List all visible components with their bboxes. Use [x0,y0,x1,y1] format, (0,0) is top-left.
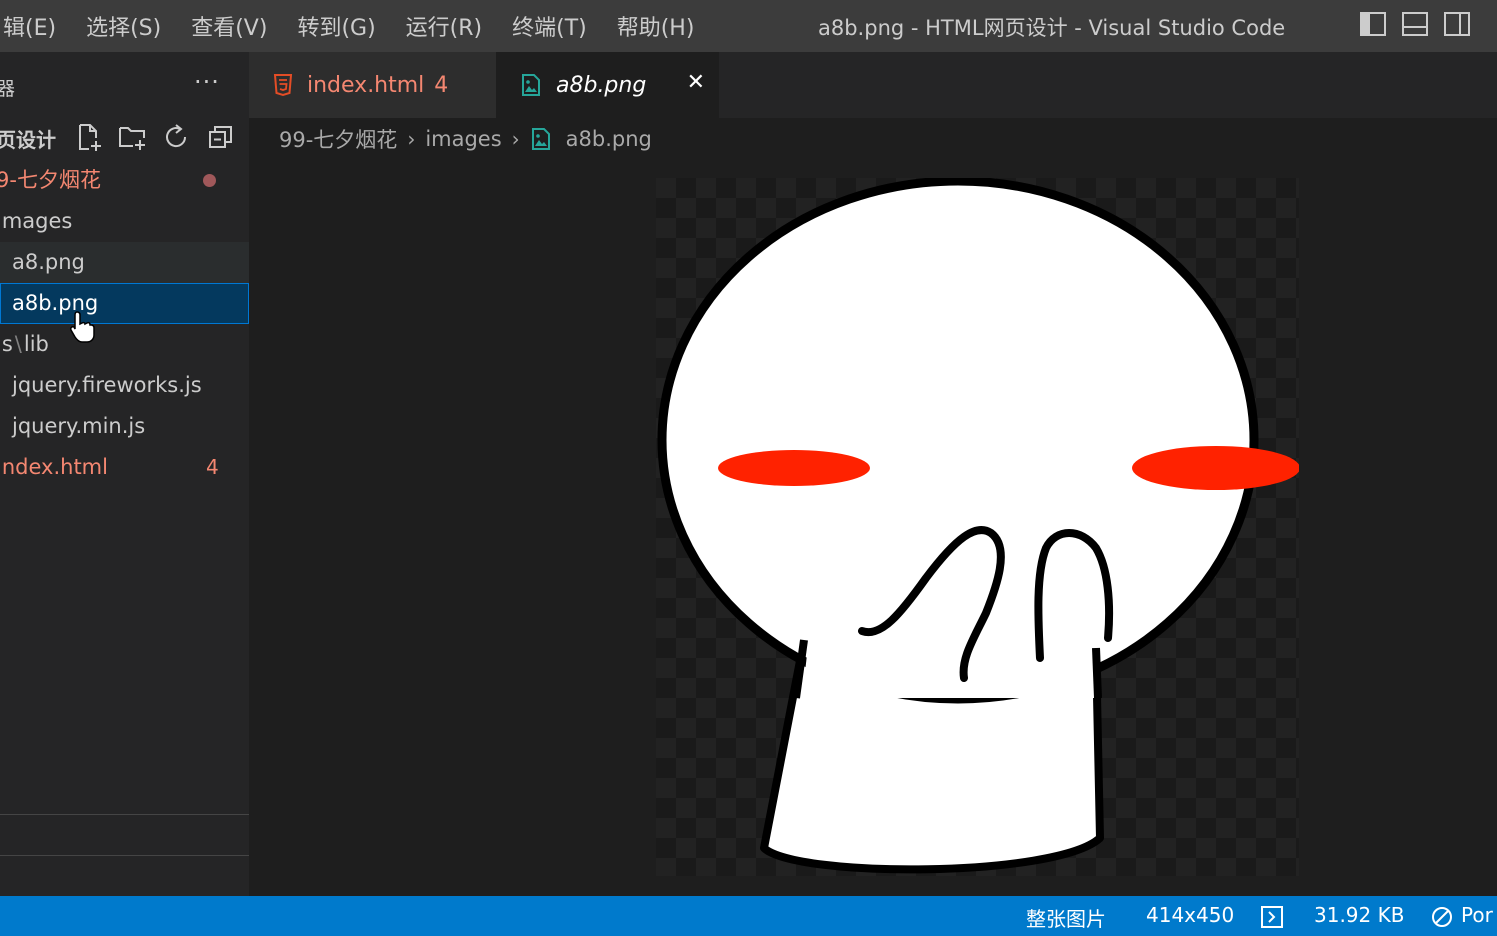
tab-a8b-png[interactable]: a8b.png ✕ [496,52,719,118]
close-tab-icon[interactable]: ✕ [687,70,705,95]
chevron-right-icon: › [407,127,416,151]
no-ports-icon [1432,907,1452,927]
problem-count-badge: 4 [206,455,219,479]
explorer-header: 器 [0,78,16,100]
tree-folder-images[interactable]: images [0,201,249,242]
new-file-icon[interactable] [74,122,104,152]
tree-folder-js-part: js [0,332,13,356]
tree-folder-lib-part: lib [23,332,49,356]
image-preview[interactable] [656,176,1300,876]
menu-help[interactable]: 帮助(H) [602,10,710,42]
image-dimensions-status[interactable]: 414x450 [1146,903,1234,927]
new-folder-icon[interactable] [118,122,148,152]
tree-folder-images-label: images [0,209,73,233]
image-file-icon [531,128,550,150]
hand-cursor-icon [70,311,95,343]
ports-status[interactable]: Por [1461,903,1493,927]
toggle-panel-icon[interactable] [1401,10,1429,38]
tree-file-a8-label: a8.png [12,250,85,274]
tree-file-fireworks[interactable]: jquery.fireworks.js [0,365,249,406]
tree-file-jquerymin-label: jquery.min.js [12,414,146,438]
menu-edit[interactable]: 辑(E) [0,10,71,42]
workspace-folder-row[interactable]: 页设计 [0,122,249,154]
menu-terminal[interactable]: 终端(T) [497,10,602,42]
tree-file-index[interactable]: index.html 4 [0,447,249,488]
compact-folder-separator: \ [14,332,22,356]
breadcrumb-file[interactable]: a8b.png [566,127,652,151]
tree-file-a8b[interactable]: a8b.png [0,283,249,324]
tab-index-html-label: index.html [307,72,425,98]
toggle-secondary-sidebar-icon[interactable] [1443,10,1471,38]
window-title: a8b.png - HTML网页设计 - Visual Studio Code [818,16,1286,40]
tree-folder-project[interactable]: 9-七夕烟花 [0,160,249,201]
modified-dot [203,174,216,187]
more-actions-icon[interactable]: ··· [194,68,220,96]
status-bar: 整张图片 414x450 31.92 KB Por [0,896,1497,936]
breadcrumb-folder[interactable]: 99-七夕烟花 [279,124,397,154]
menu-selection[interactable]: 选择(S) [71,10,176,42]
tree-folder-project-label: 9-七夕烟花 [0,168,101,192]
pane-divider [0,814,249,815]
menu-go[interactable]: 转到(G) [282,10,390,42]
collapse-all-icon[interactable] [206,122,236,152]
pane-divider [0,855,249,856]
tree-folder-jslib[interactable]: js\lib [0,324,249,365]
tree-file-index-label: index.html [0,455,108,479]
zoom-status[interactable]: 整张图片 [1026,903,1106,932]
chevron-right-icon: › [511,127,520,151]
menu-bar: 辑(E) 选择(S) 查看(V) 转到(G) 运行(R) 终端(T) 帮助(H) [0,0,709,52]
tree-file-fireworks-label: jquery.fireworks.js [12,373,202,397]
file-size-status[interactable]: 31.92 KB [1314,903,1404,927]
tab-bar: index.html 4 a8b.png ✕ [249,52,1497,118]
tab-a8b-png-label: a8b.png [556,72,647,98]
html5-icon [273,74,293,97]
title-bar: 辑(E) 选择(S) 查看(V) 转到(G) 运行(R) 终端(T) 帮助(H)… [0,0,1497,52]
explorer-sidebar: 器 ··· 页设计 9-七夕烟花 images a8.png a8b.png s… [0,52,249,896]
tree-file-jquerymin[interactable]: jquery.min.js [0,406,249,447]
left-blush [718,450,870,486]
tree-file-a8[interactable]: a8.png [0,242,249,283]
tab-index-html[interactable]: index.html 4 [249,52,496,118]
folder-actions [74,122,236,152]
toggle-primary-sidebar-icon[interactable] [1359,10,1387,38]
image-file-icon [522,74,540,96]
tree-folder-jslib-label: js\lib [0,324,49,365]
right-blush [1132,446,1300,490]
menu-run[interactable]: 运行(R) [391,10,497,42]
menu-view[interactable]: 查看(V) [176,10,282,42]
tab-problem-badge: 4 [434,72,449,98]
breadcrumb-images[interactable]: images [425,127,501,151]
workspace-folder-title: 页设计 [0,128,56,152]
breadcrumb: 99-七夕烟花 › images › a8b.png [279,122,652,156]
cartoon-character-image [657,176,1300,874]
layout-controls [1359,10,1471,38]
binary-size-icon[interactable] [1260,905,1284,929]
refresh-icon[interactable] [162,122,192,152]
